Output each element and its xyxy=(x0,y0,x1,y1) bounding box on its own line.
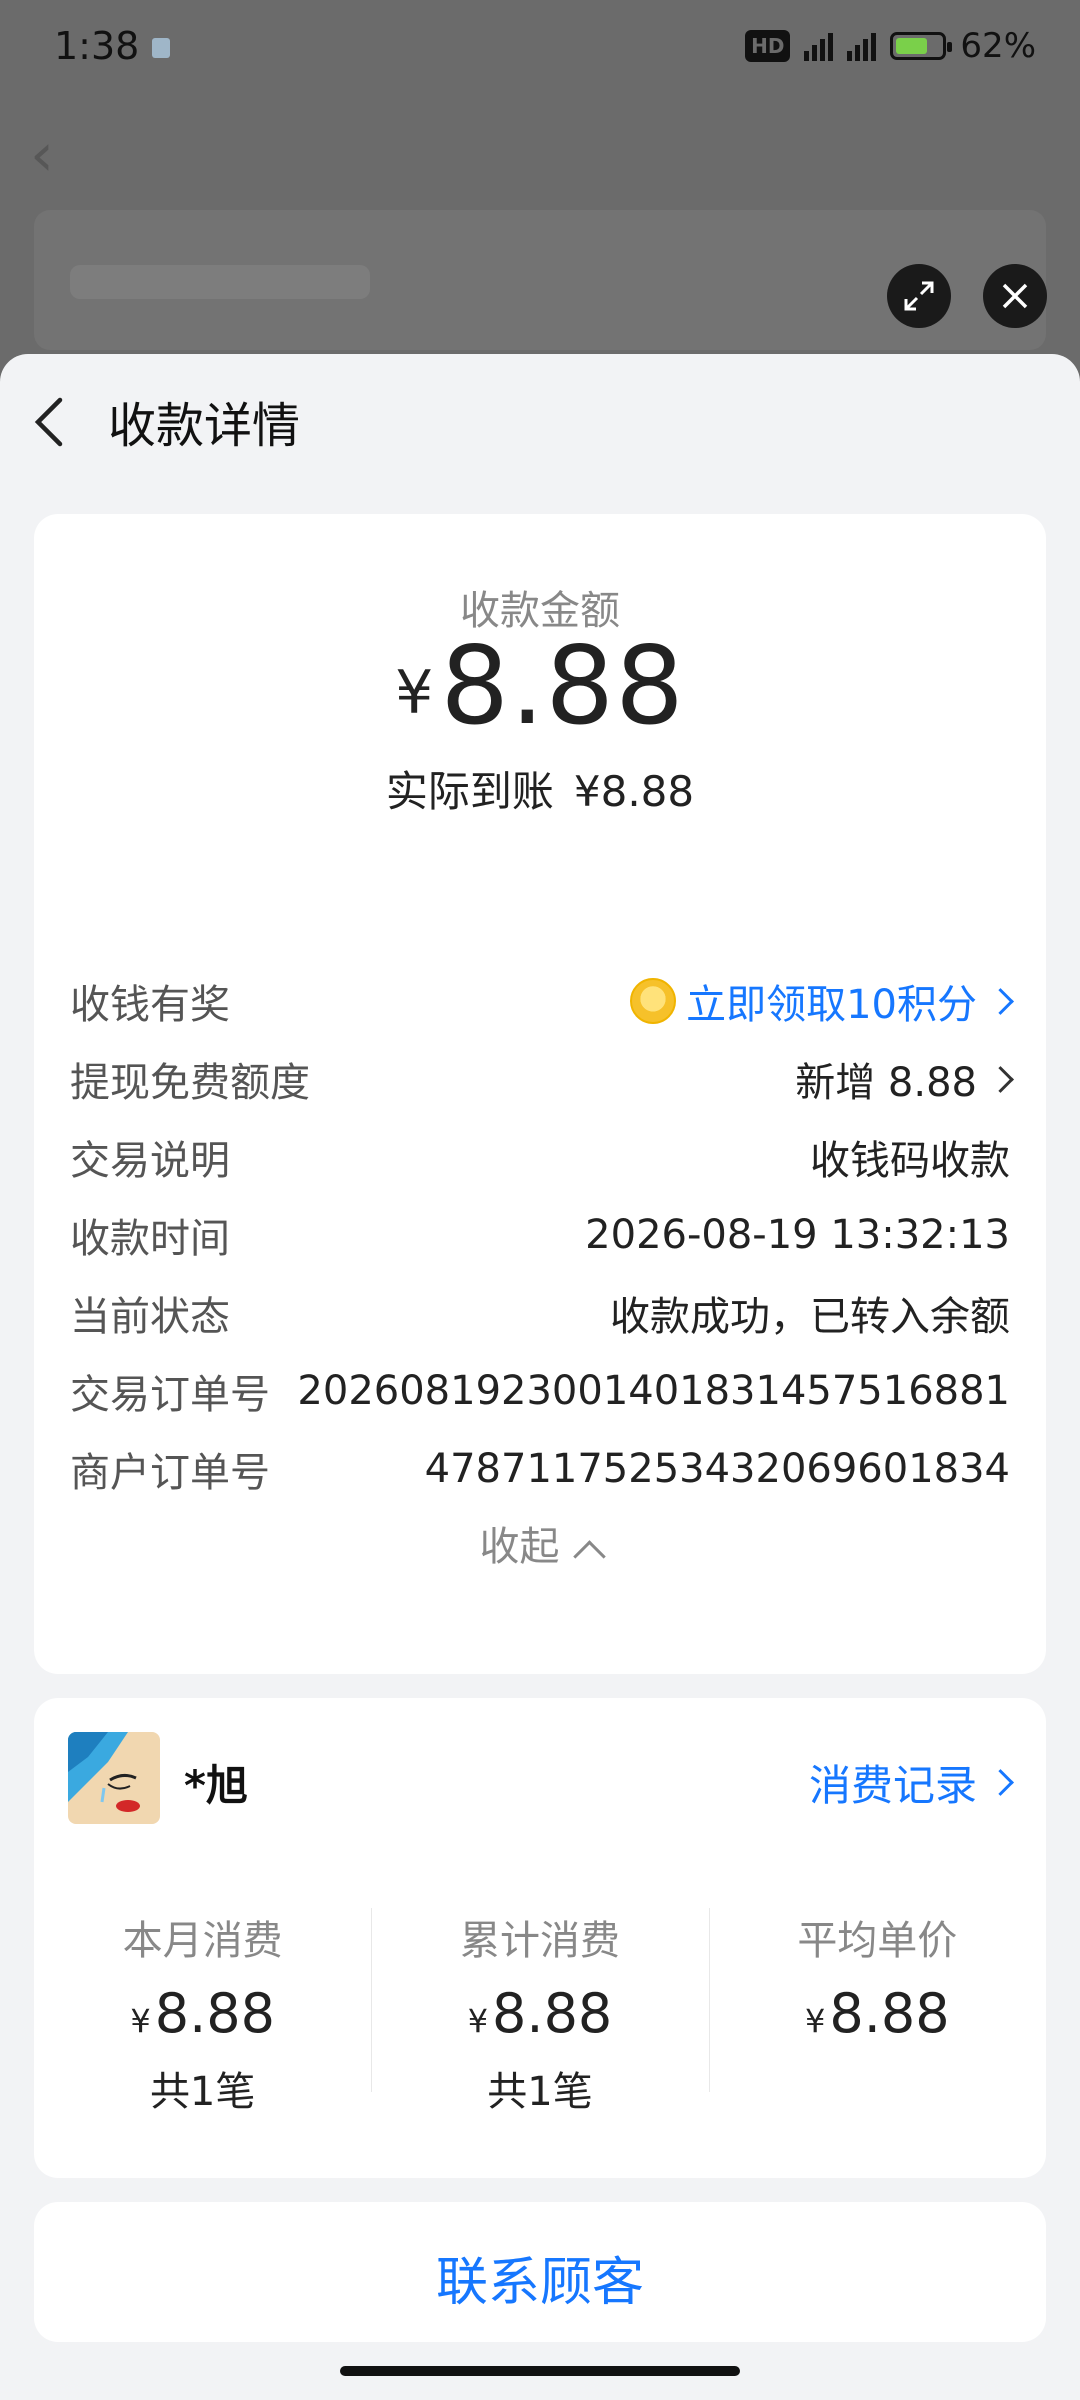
stat-monthly: 本月消费 ¥8.88 共1笔 xyxy=(34,1908,371,2117)
avatar-image xyxy=(68,1732,160,1824)
records-label: 消费记录 xyxy=(808,1761,977,1810)
stat-value: ¥8.88 xyxy=(805,1982,950,2045)
detail-row-time: 收款时间 2026-08-19 13:32:13 xyxy=(70,1196,1010,1274)
signal-5g-icon xyxy=(804,31,834,61)
stats-row: 本月消费 ¥8.88 共1笔 累计消费 ¥8.88 共1笔 平均单价 ¥8.88 xyxy=(34,1908,1046,2117)
free-quota-link[interactable]: 新增 8.88 xyxy=(795,1050,1014,1108)
battery-percent: 62% xyxy=(960,26,1036,66)
detail-value: 立即领取10积分 xyxy=(686,982,977,1028)
stat-label: 平均单价 xyxy=(797,1918,958,1964)
contact-label: 联系顾客 xyxy=(435,2253,644,2313)
stat-total: 累计消费 ¥8.88 共1笔 xyxy=(371,1908,708,2117)
expand-icon xyxy=(904,281,934,311)
avatar[interactable] xyxy=(68,1732,160,1824)
background-blurred-text xyxy=(70,265,370,299)
detail-value: 新增 8.88 xyxy=(795,1060,977,1106)
actual-value: ¥8.88 xyxy=(573,767,695,816)
detail-label: 提现免费额度 xyxy=(70,1060,310,1106)
amount-number: 8.88 xyxy=(440,624,685,749)
page-title: 收款详情 xyxy=(108,398,301,454)
detail-value: 收钱码收款 xyxy=(810,1138,1010,1184)
detail-row-reward[interactable]: 收钱有奖 立即领取10积分 xyxy=(70,962,1014,1040)
close-button[interactable] xyxy=(983,264,1047,328)
background-back-icon: ‹ xyxy=(30,120,54,190)
consumption-records-link[interactable]: 消费记录 xyxy=(808,1752,1014,1813)
actual-label: 实际到账 xyxy=(385,767,554,816)
customer-name: *旭 xyxy=(184,1761,248,1810)
detail-value: 收款成功，已转入余额 xyxy=(610,1294,1010,1340)
payment-detail-sheet: 收款详情 收款金额 ¥8.88 实际到账 ¥8.88 收钱有奖 立即领取10积分 … xyxy=(0,354,1080,2400)
customer-card: *旭 消费记录 本月消费 ¥8.88 共1笔 累计消费 ¥8.88 共1笔 平均… xyxy=(34,1698,1046,2178)
status-bar: 1:38 HD 62% xyxy=(0,0,1080,100)
chevron-up-icon xyxy=(572,1540,606,1573)
detail-label: 当前状态 xyxy=(70,1294,230,1340)
stat-value: ¥8.88 xyxy=(130,1982,275,2045)
contact-customer-button[interactable]: 联系顾客 xyxy=(34,2202,1046,2342)
status-icons: HD 62% xyxy=(745,26,1036,66)
detail-value: 2026-08-19 13:32:13 xyxy=(585,1212,1010,1258)
notification-app-icon xyxy=(152,38,170,58)
detail-value: 2026081923001401831457516881 xyxy=(297,1368,1010,1414)
detail-label: 收款时间 xyxy=(70,1216,230,1262)
coin-icon xyxy=(630,978,677,1024)
collapse-button[interactable]: 收起 xyxy=(34,1514,1046,1573)
detail-row-free-quota[interactable]: 提现免费额度 新增 8.88 xyxy=(70,1040,1014,1118)
back-button[interactable] xyxy=(30,392,80,452)
battery-icon xyxy=(890,32,953,60)
detail-label: 交易订单号 xyxy=(70,1372,270,1418)
home-indicator[interactable] xyxy=(340,2366,740,2376)
detail-list: 收钱有奖 立即领取10积分 提现免费额度 新增 8.88 交易说明 收钱码收款 xyxy=(70,962,1014,1508)
expand-button[interactable] xyxy=(887,264,951,328)
collapse-label: 收起 xyxy=(479,1524,560,1570)
stat-count: 共1笔 xyxy=(149,2069,256,2115)
chevron-left-icon xyxy=(34,397,63,447)
stat-label: 累计消费 xyxy=(459,1918,620,1964)
amount-card: 收款金额 ¥8.88 实际到账 ¥8.88 收钱有奖 立即领取10积分 提现免费额… xyxy=(34,514,1046,1674)
detail-label: 交易说明 xyxy=(70,1138,230,1184)
detail-label: 商户订单号 xyxy=(70,1450,270,1496)
claim-points-link[interactable]: 立即领取10积分 xyxy=(630,972,1014,1030)
detail-row-description: 交易说明 收钱码收款 xyxy=(70,1118,1010,1196)
amount-value: ¥8.88 xyxy=(34,624,1046,749)
detail-row-merchant-no: 商户订单号 4787117525343206960183‍4 xyxy=(70,1430,1010,1508)
chevron-right-icon xyxy=(987,1769,1014,1796)
stat-count: 共1笔 xyxy=(487,2069,593,2115)
chevron-right-icon xyxy=(987,1065,1014,1093)
stat-value: ¥8.88 xyxy=(467,1982,613,2045)
chevron-right-icon xyxy=(987,987,1014,1015)
detail-label: 收钱有奖 xyxy=(70,982,230,1028)
close-icon xyxy=(1002,283,1028,309)
actual-received: 实际到账 ¥8.88 xyxy=(34,758,1046,819)
signal-4g-icon xyxy=(847,31,877,61)
sheet-header: 收款详情 xyxy=(0,354,1080,474)
status-time: 1:38 xyxy=(54,24,140,68)
detail-row-trade-no: 交易订单号 2026081923001401831457516881 xyxy=(70,1352,1010,1430)
detail-row-status: 当前状态 收款成功，已转入余额 xyxy=(70,1274,1010,1352)
stat-label: 本月消费 xyxy=(122,1918,283,1964)
stat-average: 平均单价 ¥8.88 xyxy=(708,1908,1046,2117)
detail-value: 4787117525343206960183‍4 xyxy=(424,1446,1010,1492)
hd-icon: HD xyxy=(745,30,791,62)
amount-currency: ¥ xyxy=(395,658,435,729)
